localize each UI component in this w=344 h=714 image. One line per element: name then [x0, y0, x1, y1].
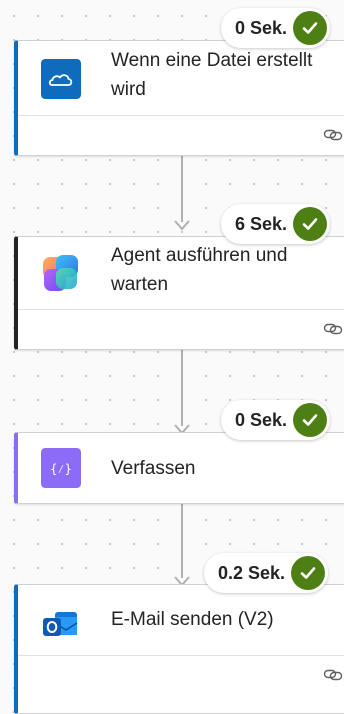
duration-badge: 0.2 Sek. — [204, 553, 329, 593]
success-check-icon — [293, 11, 328, 45]
success-check-icon — [293, 403, 328, 437]
step-footer — [18, 309, 344, 349]
step-header: E-Mail senden (V2) — [18, 585, 344, 661]
copilot-icon — [43, 255, 78, 291]
connector-line — [181, 156, 183, 222]
link-icon[interactable] — [323, 128, 343, 142]
step-title: Verfassen — [111, 458, 196, 479]
link-icon[interactable] — [323, 322, 343, 336]
flow-step-compose[interactable]: {⁄} Verfassen — [14, 432, 344, 504]
flow-step-agent[interactable]: Agent ausführen und warten — [14, 236, 344, 350]
duration-text: 0 Sek. — [235, 409, 288, 430]
connector-line — [181, 350, 183, 426]
duration-text: 6 Sek. — [235, 213, 288, 234]
duration-text: 0 Sek. — [235, 17, 288, 38]
flow-step-trigger[interactable]: Wenn eine Datei erstellt wird — [14, 40, 344, 156]
connector-arrow — [174, 220, 190, 231]
step-footer — [18, 115, 344, 155]
duration-badge: 0 Sek. — [221, 400, 331, 440]
step-header: Wenn eine Datei erstellt wird — [18, 41, 344, 117]
duration-badge: 6 Sek. — [221, 204, 331, 244]
step-title: Agent ausführen und warten — [111, 245, 288, 295]
step-header: Agent ausführen und warten — [18, 237, 344, 313]
step-footer — [18, 655, 344, 695]
success-check-icon — [291, 556, 326, 590]
outlook-icon — [43, 612, 78, 636]
compose-icon: {⁄} — [41, 448, 81, 488]
step-title: Wenn eine Datei erstellt wird — [111, 50, 313, 100]
connector-line — [181, 504, 183, 578]
success-check-icon — [293, 207, 328, 241]
onedrive-icon — [41, 59, 81, 99]
link-icon[interactable] — [323, 668, 343, 682]
step-title: E-Mail senden (V2) — [111, 609, 274, 630]
svg-text:{⁄}: {⁄} — [50, 462, 72, 476]
duration-text: 0.2 Sek. — [218, 562, 286, 583]
duration-badge: 0 Sek. — [221, 8, 331, 48]
